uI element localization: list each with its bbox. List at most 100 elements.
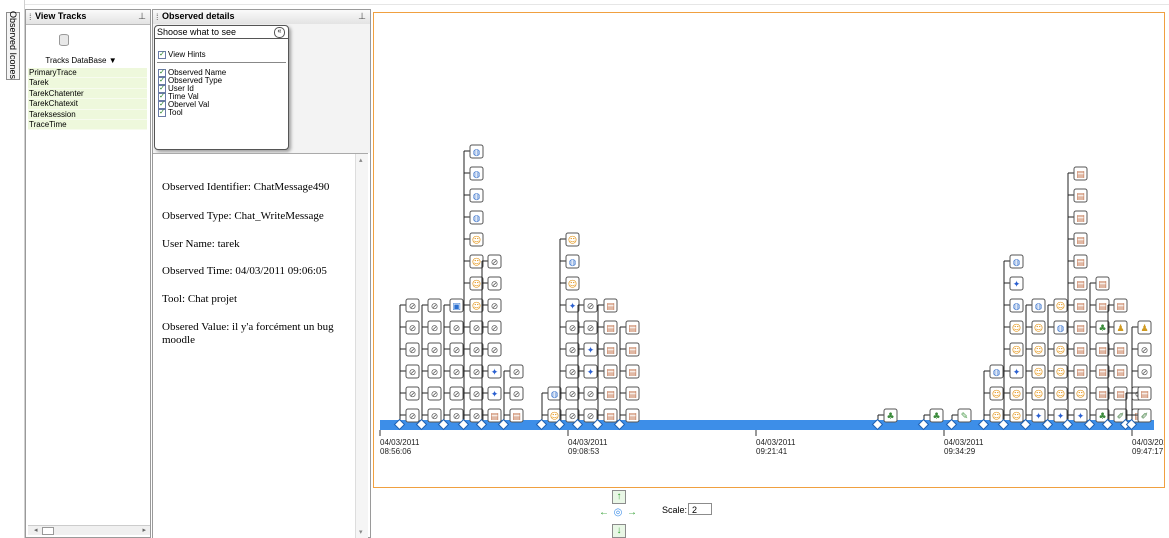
chat-bubble-icon: ⊘ (491, 280, 499, 290)
checkbox-icon[interactable]: ✓ (158, 93, 166, 101)
chooser-title-text: Shoose what to see (157, 27, 237, 37)
observed-details-panel: ⁞ Observed details ⊥ Shoose what to see … (152, 9, 371, 538)
document-icon: ▤ (1076, 346, 1085, 356)
track-item[interactable]: PrimaryTrace (28, 68, 147, 79)
scroll-right-icon[interactable]: ▸ (142, 526, 146, 534)
time-tick-time: 09:34:29 (944, 447, 976, 456)
pin-icon: ✦ (1077, 412, 1085, 422)
chat-bubble-icon: ⊘ (473, 368, 481, 378)
scale-input[interactable]: 2 (688, 503, 712, 515)
checkbox-icon[interactable]: ✓ (158, 69, 166, 77)
tracks-database-select[interactable]: Tracks DataBase ▼ (35, 56, 127, 67)
option-checkbox-row[interactable]: ✓ Tool (155, 109, 288, 117)
observed-value: Obsered Value: il y'a forcément un bug m… (162, 321, 334, 346)
pencil-icon: ✐ (1117, 412, 1125, 422)
chat-bubble-icon: ⊘ (513, 390, 521, 400)
document-icon: ▤ (512, 412, 521, 422)
time-tick-date: 04/03/2011 (756, 438, 796, 447)
time-tick-date: 04/03/2011 (1132, 438, 1164, 447)
chat-bubble-icon: ⊘ (431, 412, 439, 422)
pin-icon[interactable]: ⊥ (358, 11, 366, 22)
view-hints-checkbox[interactable]: ✓ (158, 51, 166, 59)
smiley-icon: ☺ (1056, 389, 1065, 400)
pin-icon: ✦ (491, 368, 499, 378)
details-vertical-scrollbar[interactable]: ▴ ▾ (355, 154, 368, 538)
timeline-canvas[interactable]: 04/03/201108:56:0604/03/201109:08:5304/0… (374, 13, 1169, 487)
globe-icon: ◍ (1057, 324, 1065, 334)
smiley-icon: ☺ (472, 301, 481, 312)
smiley-icon: ☺ (1012, 345, 1021, 356)
timeline-view[interactable]: 04/03/2011 08:56:06 04/03/2011 09:08:53 04/0… (373, 12, 1169, 488)
scroll-down-icon[interactable]: ▾ (359, 528, 363, 536)
chat-bubble-icon: ⊘ (453, 412, 461, 422)
document-icon: ▤ (490, 412, 499, 422)
nav-center-icon[interactable]: ◎ (612, 507, 624, 519)
chat-bubble-icon: ⊘ (1141, 346, 1149, 356)
checkbox-icon[interactable]: ✓ (158, 85, 166, 93)
person-icon: ♟ (1140, 324, 1148, 334)
document-icon: ▤ (628, 412, 637, 422)
pin-icon[interactable]: ⊥ (138, 11, 146, 22)
choose-what-to-see-box: Shoose what to see « ✓ View Hints ✓ Obse… (154, 25, 289, 150)
tool: Tool: Chat projet (162, 293, 237, 305)
observed-identifier: Observed Identifier: ChatMessage490 (162, 181, 330, 193)
pin-icon: ✦ (1013, 280, 1021, 290)
document-icon: ▤ (606, 368, 615, 378)
scroll-left-icon[interactable]: ◂ (34, 526, 38, 534)
document-icon: ▤ (1076, 236, 1085, 246)
chat-bubble-icon: ⊘ (587, 324, 595, 334)
time-tick-time: 09:08:53 (568, 447, 600, 456)
chat-bubble-icon: ⊘ (1141, 368, 1149, 378)
chevron-down-icon: ▼ (108, 56, 117, 65)
globe-icon: ◍ (1013, 258, 1021, 268)
chat-bubble-icon: ⊘ (453, 324, 461, 334)
view-tracks-title: View Tracks (35, 11, 87, 21)
smiley-icon: ☺ (1034, 345, 1043, 356)
checkbox-icon[interactable]: ✓ (158, 101, 166, 109)
document-icon: ▤ (1116, 390, 1125, 400)
track-item[interactable]: TraceTime (28, 120, 147, 131)
document-icon: ▤ (606, 390, 615, 400)
nav-down-icon[interactable]: ↓ (612, 524, 626, 538)
database-icon (59, 34, 69, 46)
document-icon: ▤ (1116, 368, 1125, 378)
smiley-icon: ☺ (1012, 411, 1021, 422)
nav-right-icon[interactable]: → (626, 507, 638, 519)
globe-icon: ◍ (473, 192, 481, 202)
chat-bubble-icon: ⊘ (569, 324, 577, 334)
track-item[interactable]: Tarek (28, 78, 147, 89)
smiley-icon: ☺ (1056, 367, 1065, 378)
group-icon: ♣ (1098, 412, 1106, 422)
document-icon: ▤ (1098, 280, 1107, 290)
document-icon: ▤ (1098, 302, 1107, 312)
nav-left-icon[interactable]: ← (598, 507, 610, 519)
document-icon: ▤ (1076, 280, 1085, 290)
chooser-divider (157, 62, 286, 63)
track-item[interactable]: TarekChatexit (28, 99, 147, 110)
view-hints-checkbox-row[interactable]: ✓ View Hints (155, 51, 288, 59)
group-icon: ♣ (1098, 324, 1106, 334)
checkbox-icon[interactable]: ✓ (158, 109, 166, 117)
collapse-icon[interactable]: « (274, 27, 285, 38)
file-edit-icon: ✎ (961, 412, 969, 422)
document-icon: ▤ (1116, 302, 1125, 312)
observed-time: Observed Time: 04/03/2011 09:06:05 (162, 265, 327, 277)
scroll-up-icon[interactable]: ▴ (359, 156, 363, 164)
pin-icon: ✦ (1035, 412, 1043, 422)
grip-icon[interactable]: ⁞ (156, 12, 159, 22)
smiley-icon: ☺ (472, 279, 481, 290)
chat-bubble-icon: ⊘ (409, 346, 417, 356)
checkbox-icon[interactable]: ✓ (158, 77, 166, 85)
nav-up-icon[interactable]: ↑ (612, 490, 626, 504)
globe-icon: ◍ (473, 148, 481, 158)
tracks-horizontal-scrollbar[interactable]: ◂ ▸ (28, 525, 150, 535)
document-icon: ▤ (606, 324, 615, 334)
observed-icons-tab[interactable]: Observed Icones (6, 11, 20, 80)
track-item[interactable]: TarekChatenter (28, 89, 147, 100)
chat-bubble-icon: ⊘ (409, 302, 417, 312)
track-item[interactable]: Tareksession (28, 110, 147, 120)
chat-bubble-icon: ⊘ (473, 412, 481, 422)
grip-icon[interactable]: ⁞ (29, 12, 32, 22)
smiley-icon: ☺ (472, 257, 481, 268)
scroll-thumb[interactable] (42, 527, 54, 535)
